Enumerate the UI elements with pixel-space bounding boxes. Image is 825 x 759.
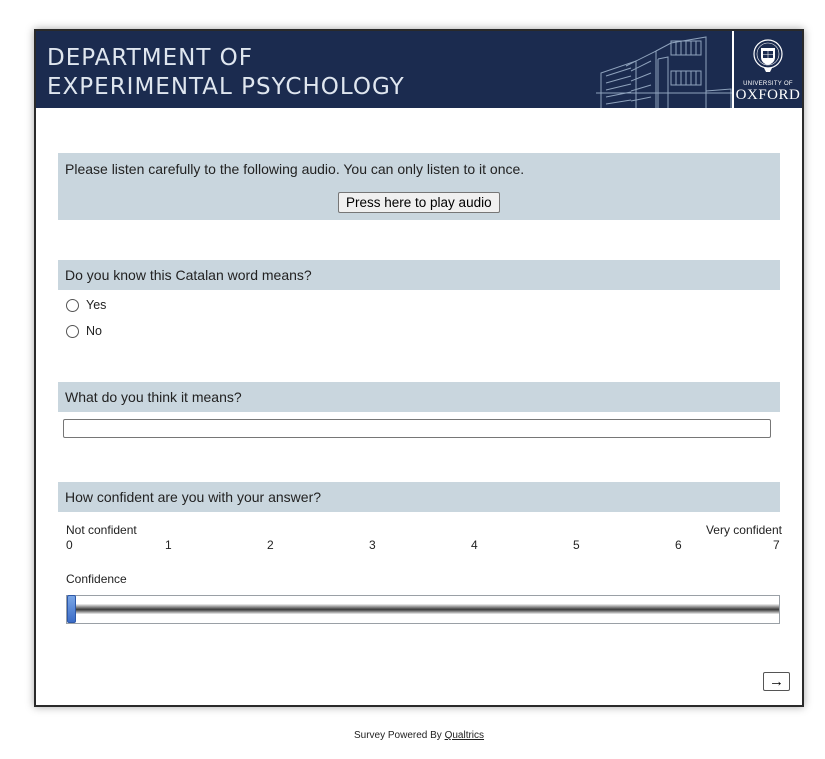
- scale-tick: 5: [573, 538, 580, 552]
- radio-button[interactable]: [66, 325, 79, 338]
- radio-button[interactable]: [66, 299, 79, 312]
- arrow-right-icon: →: [769, 673, 784, 690]
- question-confidence-text: How confident are you with your answer?: [65, 489, 322, 505]
- scale-tick: 3: [369, 538, 376, 552]
- next-button[interactable]: →: [763, 672, 790, 691]
- scale-tick: 6: [675, 538, 682, 552]
- question-know-word-text: Do you know this Catalan word means?: [65, 267, 312, 283]
- question-audio-text: Please listen carefully to the following…: [65, 161, 525, 177]
- play-audio-button[interactable]: Press here to play audio: [338, 192, 500, 213]
- slider-label: Confidence: [66, 572, 127, 586]
- slider-handle[interactable]: [67, 595, 76, 623]
- scale-tick: 2: [267, 538, 274, 552]
- building-illustration: [596, 36, 736, 108]
- radio-label-yes: Yes: [86, 298, 107, 312]
- header-banner: DEPARTMENT OF EXPERIMENTAL PSYCHOLOGY UN…: [36, 31, 802, 108]
- scale-tick: 7: [773, 538, 780, 552]
- confidence-slider[interactable]: [66, 595, 780, 624]
- department-title: DEPARTMENT OF EXPERIMENTAL PSYCHOLOGY: [47, 44, 405, 102]
- oxford-label: OXFORD: [735, 87, 801, 103]
- footer-text: Survey Powered By: [353, 730, 442, 741]
- oxford-crest-icon: [753, 39, 783, 72]
- slider-bar[interactable]: [67, 604, 779, 614]
- qualtrics-link[interactable]: Qualtrics: [445, 730, 484, 741]
- scale-tick: 4: [471, 538, 478, 552]
- scale-left-label: Not confident: [66, 523, 137, 537]
- scale-right-label: Very confident: [705, 523, 782, 537]
- meaning-text-input[interactable]: [63, 419, 771, 438]
- footer: Survey Powered By Qualtrics: [0, 730, 825, 741]
- department-title-line2: EXPERIMENTAL PSYCHOLOGY: [47, 74, 405, 100]
- question-know-word: Do you know this Catalan word means?: [58, 260, 780, 290]
- department-title-line1: DEPARTMENT OF: [47, 45, 254, 71]
- oxford-logo: UNIVERSITY OF OXFORD: [732, 31, 802, 108]
- question-meaning: What do you think it means?: [58, 382, 780, 412]
- scale-tick: 1: [165, 538, 172, 552]
- radio-label-no: No: [86, 324, 102, 338]
- question-confidence: How confident are you with your answer?: [58, 482, 780, 512]
- scale-tick: 0: [66, 538, 73, 552]
- question-audio: Please listen carefully to the following…: [58, 153, 780, 220]
- survey-container: DEPARTMENT OF EXPERIMENTAL PSYCHOLOGY UN…: [34, 29, 804, 707]
- question-meaning-text: What do you think it means?: [65, 389, 242, 405]
